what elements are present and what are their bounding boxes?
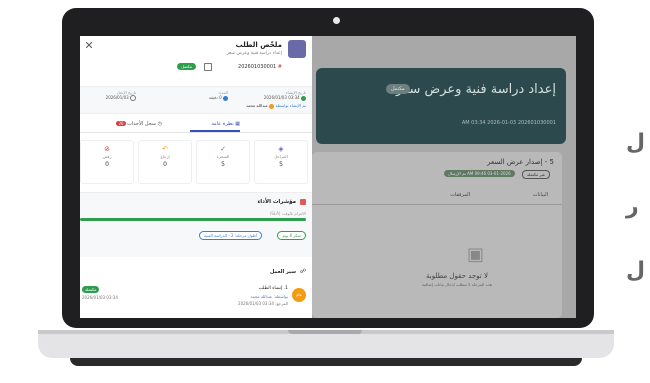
step-user: بواسطة: عبدالله محمد <box>250 294 288 299</box>
info-icon <box>223 95 228 101</box>
empty-title: لا توجد حقول مطلوبة <box>426 272 488 280</box>
stage-panel: 5 - إصدار عرض السعر تم الإرسال AM 09:46 … <box>312 152 562 318</box>
sla-label: الالتزام بالوقت (SLA) <box>269 211 306 216</box>
request-avatar <box>288 40 306 58</box>
plus-circle-icon <box>301 95 306 101</box>
request-info-row: تاريخ الإنشاء 03:34 2026/01/03 المدة 0 د… <box>80 86 312 114</box>
stat-label: المنجزة <box>216 154 230 159</box>
stat-returned: ↶ إرجاع 0 <box>138 140 192 184</box>
close-icon[interactable] <box>86 42 92 48</box>
check-circle-icon: ✓ <box>220 145 226 153</box>
laptop-screen: إعداد دراسة فنية وعرض سعر مكتمل AM 03:34… <box>80 36 576 318</box>
created-date: تاريخ الإنشاء 03:34 2026/01/03 <box>264 90 306 101</box>
early-chip: مبكر 4 يوم <box>277 231 306 240</box>
stage-tabs: البيانات المرفقات <box>312 190 562 205</box>
clipboard-icon: ▣ <box>467 244 485 265</box>
side-glyph: ر <box>626 194 639 219</box>
active-tab-indicator <box>190 130 240 132</box>
stat-value: 0 <box>105 161 109 168</box>
grid-icon: ▦ <box>235 121 240 127</box>
stat-rejected: ⊘ رفض 0 <box>80 140 134 184</box>
drawer-title: ملخّص الطلب <box>235 41 282 49</box>
sent-pill: تم الإرسال AM 09:46 03-01-2026 <box>444 170 515 177</box>
laptop-notch <box>288 330 362 334</box>
tab-overview[interactable]: ▦ نظرة عامة <box>211 121 240 127</box>
stat-value: 5 <box>279 161 283 168</box>
camera-dot <box>333 17 340 24</box>
step-date: المرجع: 03:34 2026/01/03 <box>238 301 288 306</box>
step-status-badge: مكتملة <box>82 286 100 293</box>
stage-title: 5 - إصدار عرض السعر <box>487 158 554 166</box>
step-title: 1. إنشاء الطلب <box>258 286 288 291</box>
duration-value: 0 دقيقة <box>208 95 222 100</box>
laptop-shadow <box>70 358 582 366</box>
sla-progress-track <box>80 218 306 221</box>
stat-value: 0 <box>163 161 167 168</box>
stat-label: إرجاع <box>160 154 170 159</box>
performance-title: مؤشرات الأداء <box>257 199 296 205</box>
performance-card: مؤشرات الأداء الالتزام بالوقت (SLA) مبكر… <box>80 192 312 257</box>
hero-title: إعداد دراسة فنية وعرض سعر <box>396 82 556 97</box>
completed-value: 2026/01/03 <box>105 95 129 100</box>
empty-subtitle: هذه المرحلة لا تتطلب إدخال بيانات إضافية <box>422 282 492 287</box>
created-value: 03:34 2026/01/03 <box>263 95 300 100</box>
hero-meta: AM 03:34 2026-01-03 202601030001 <box>461 120 556 126</box>
request-hero: إعداد دراسة فنية وعرض سعر مكتمل AM 03:34… <box>316 68 566 144</box>
stat-stages: ◈ المراحل 5 <box>254 140 308 184</box>
stat-label: رفض <box>102 154 112 159</box>
workflow-title: سير العمل <box>269 269 296 275</box>
step-timestamp: 03:34 2026/01/03 <box>82 295 118 300</box>
duration: المدة 0 دقيقة <box>209 90 228 101</box>
laptop-base <box>38 330 614 358</box>
undo-icon: ↶ <box>162 145 168 153</box>
tab-data[interactable]: البيانات <box>533 192 548 198</box>
history-count-badge: 20 <box>116 121 126 126</box>
layers-icon: ◈ <box>278 145 284 153</box>
hero-status-badge: مكتمل <box>386 84 410 94</box>
side-glyph: ل <box>626 130 646 155</box>
clock-icon <box>130 95 136 101</box>
drawer-header: ملخّص الطلب إعداد دراسة فنية وعرض سعر # … <box>80 36 312 86</box>
request-number-value: 202601030001 <box>238 64 277 70</box>
workflow-icon: ☍ <box>299 268 306 275</box>
stat-completed: ✓ المنجزة 5 <box>196 140 250 184</box>
stats-row: ◈ المراحل 5 ✓ المنجزة 5 ↶ إرجاع 0 ⊘ رفض … <box>80 140 312 184</box>
tab-attachments[interactable]: المرفقات <box>450 192 470 198</box>
drawer-subtitle: إعداد دراسة فنية وعرض سعر <box>226 51 282 56</box>
incomplete-pill: غير مكتملة <box>521 170 550 179</box>
history-icon: ◷ <box>157 121 162 127</box>
created-by-value: عبدالله محمد <box>245 103 268 108</box>
step-avatar: عام <box>292 288 306 302</box>
side-glyph: ل <box>626 258 646 283</box>
tab-overview-label: نظرة عامة <box>211 121 234 127</box>
longest-stage-chip: أطول مرحلة: 2 - الدراسة الفنية <box>198 231 262 240</box>
status-badge: مكتمل <box>177 63 196 70</box>
request-number: # 202601030001 <box>238 64 282 70</box>
created-by-label: تم الإنشاء بواسطة <box>275 103 306 108</box>
hash-icon: # <box>277 64 282 70</box>
workflow-section: ☍ سير العمل عام 1. إنشاء الطلب بواسطة: ع… <box>80 266 312 318</box>
sla-progress-fill <box>80 218 306 221</box>
cancel-icon: ⊘ <box>104 145 110 153</box>
user-avatar <box>269 103 275 109</box>
chart-icon <box>300 199 306 205</box>
tab-history[interactable]: ◷ سجل الأحداث 20 <box>116 121 162 127</box>
created-by: تم الإنشاء بواسطة عبدالله محمد <box>246 103 306 109</box>
request-summary-drawer: ملخّص الطلب إعداد دراسة فنية وعرض سعر # … <box>80 36 312 318</box>
copy-icon[interactable] <box>204 63 212 71</box>
tab-history-label: سجل الأحداث <box>127 121 157 127</box>
stat-label: المراحل <box>274 154 288 159</box>
drawer-tabs: ▦ نظرة عامة ◷ سجل الأحداث 20 <box>80 118 312 133</box>
stat-value: 5 <box>221 161 225 168</box>
completed-date: تاريخ الإنجاز 2026/01/03 <box>106 90 136 101</box>
